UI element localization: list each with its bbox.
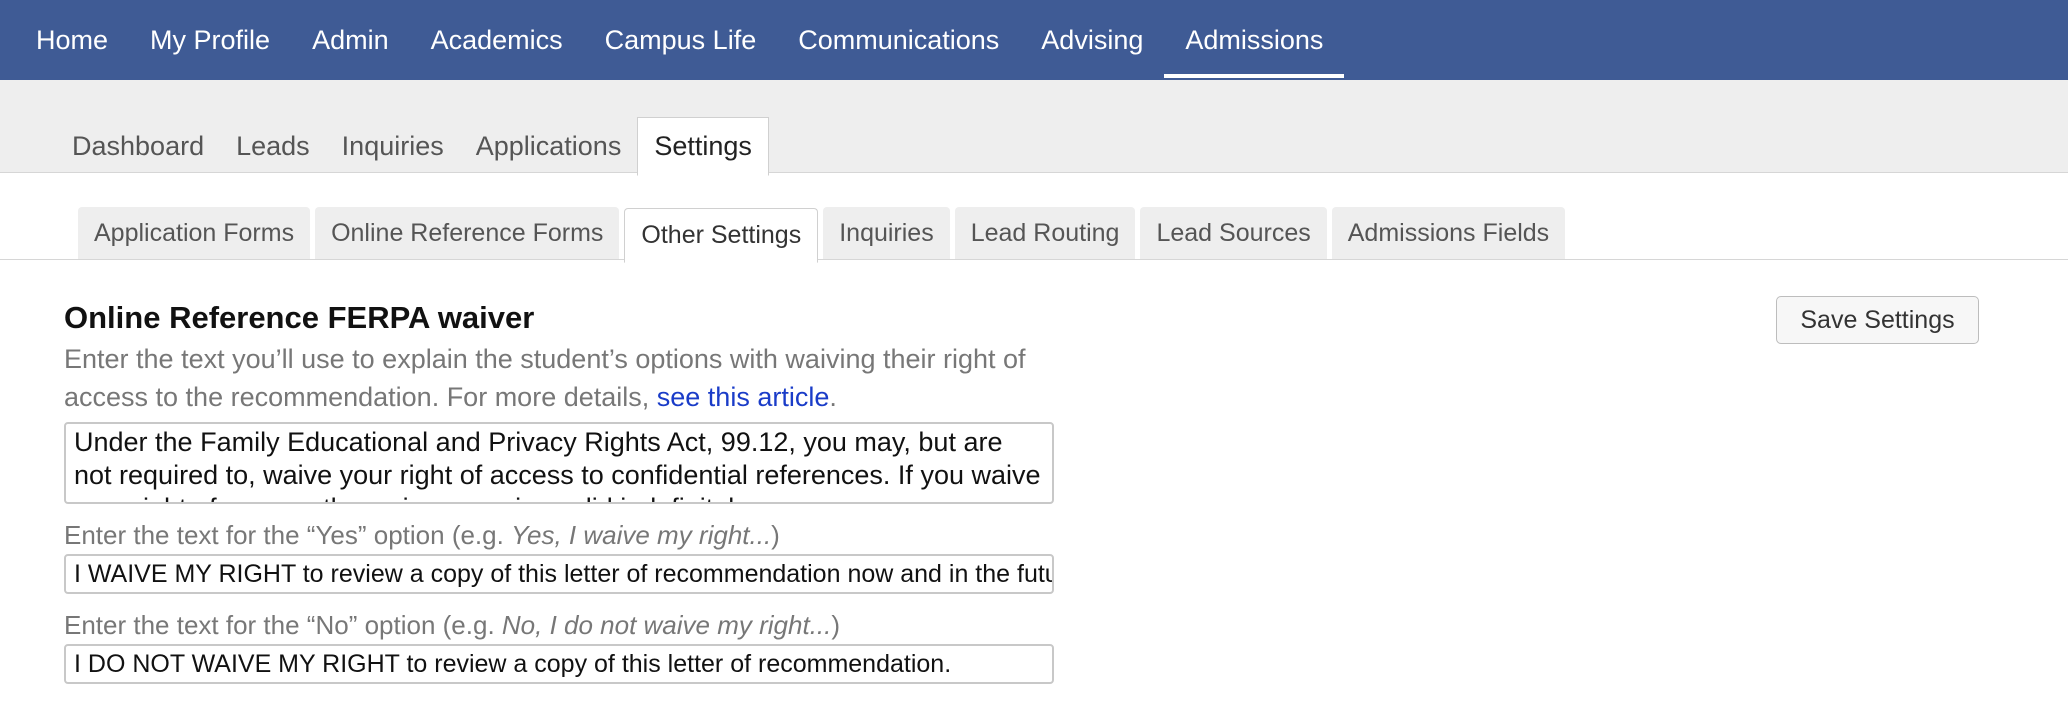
ferpa-waiver-section: Online Reference FERPA waiver Enter the …: [64, 296, 1064, 684]
subnav-applications[interactable]: Applications: [460, 118, 638, 174]
yes-option-input[interactable]: I WAIVE MY RIGHT to review a copy of thi…: [64, 554, 1054, 594]
yes-option-label: Enter the text for the “Yes” option (e.g…: [64, 518, 1064, 552]
nav-my-profile[interactable]: My Profile: [129, 0, 291, 80]
nav-admissions[interactable]: Admissions: [1164, 0, 1345, 80]
nav-academics[interactable]: Academics: [410, 0, 584, 80]
top-navigation-bar: Home My Profile Admin Academics Campus L…: [0, 0, 2068, 80]
nav-advising[interactable]: Advising: [1020, 0, 1164, 80]
nav-home[interactable]: Home: [0, 0, 129, 80]
sub-navigation-items: Dashboard Leads Inquiries Applications S…: [56, 116, 769, 176]
yes-label-example: Yes, I waive my right...: [511, 520, 772, 550]
tab-other-settings[interactable]: Other Settings: [624, 208, 819, 263]
yes-label-suffix: ): [771, 520, 780, 550]
sub-navigation-bar: Dashboard Leads Inquiries Applications S…: [0, 80, 2068, 176]
help-text-end: .: [829, 382, 837, 412]
nav-campus-life[interactable]: Campus Life: [584, 0, 778, 80]
help-text-body: Enter the text you’ll use to explain the…: [64, 344, 1026, 412]
no-label-example: No, I do not waive my right...: [501, 610, 832, 640]
no-option-label: Enter the text for the “No” option (e.g.…: [64, 608, 1064, 642]
tab-admissions-fields[interactable]: Admissions Fields: [1331, 207, 1566, 259]
yes-label-prefix: Enter the text for the “Yes” option (e.g…: [64, 520, 512, 550]
tab-online-reference-forms[interactable]: Online Reference Forms: [315, 207, 620, 259]
subnav-dashboard[interactable]: Dashboard: [56, 118, 220, 174]
subnav-leads[interactable]: Leads: [220, 118, 326, 174]
subnav-inquiries[interactable]: Inquiries: [326, 118, 460, 174]
section-help-text: Enter the text you’ll use to explain the…: [64, 340, 1064, 416]
settings-tabs: Application Forms Online Reference Forms…: [78, 207, 1570, 263]
settings-tabs-bar: Application Forms Online Reference Forms…: [0, 173, 2068, 263]
tab-application-forms[interactable]: Application Forms: [78, 207, 311, 259]
save-settings-button[interactable]: Save Settings: [1776, 296, 1979, 344]
tab-inquiries[interactable]: Inquiries: [823, 207, 950, 259]
subnav-settings[interactable]: Settings: [637, 117, 769, 176]
tab-lead-routing[interactable]: Lead Routing: [954, 207, 1136, 259]
waiver-text-area[interactable]: Under the Family Educational and Privacy…: [64, 422, 1054, 504]
section-title: Online Reference FERPA waiver: [64, 300, 535, 335]
no-label-prefix: Enter the text for the “No” option (e.g.: [64, 610, 502, 640]
no-label-suffix: ): [831, 610, 841, 640]
tab-lead-sources[interactable]: Lead Sources: [1140, 207, 1327, 259]
nav-communications[interactable]: Communications: [777, 0, 1020, 80]
nav-admin[interactable]: Admin: [291, 0, 410, 80]
no-option-input[interactable]: I DO NOT WAIVE MY RIGHT to review a copy…: [64, 644, 1054, 684]
see-article-link[interactable]: see this article: [657, 382, 830, 412]
